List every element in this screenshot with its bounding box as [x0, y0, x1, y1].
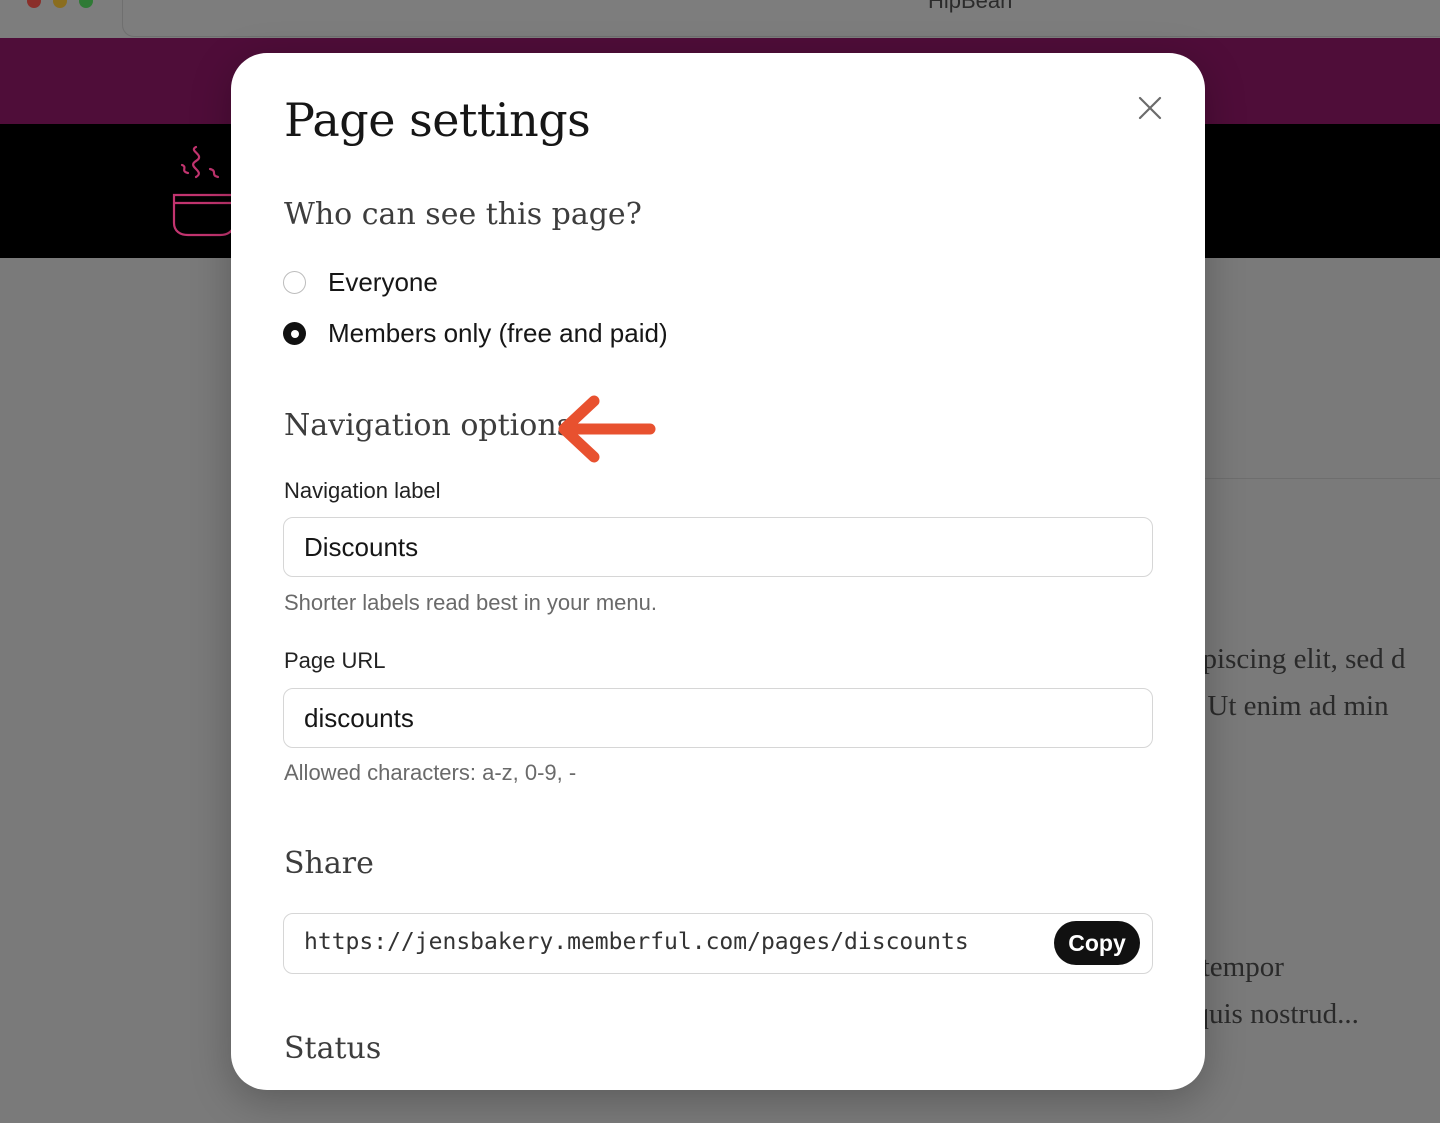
window-title: HipBean: [928, 0, 1013, 13]
visibility-heading: Who can see this page?: [284, 197, 642, 232]
content-divider: [1205, 478, 1440, 479]
navigation-label-hint: Shorter labels read best in your menu.: [284, 590, 657, 615]
share-url-text: https://jensbakery.memberful.com/pages/d…: [304, 929, 969, 955]
page-settings-modal: Page settings Who can see this page? Eve…: [231, 53, 1205, 1090]
navigation-label-label: Navigation label: [284, 478, 441, 503]
navigation-label-input[interactable]: [283, 517, 1153, 577]
coffee-cup-icon: [172, 145, 236, 237]
page-url-hint: Allowed characters: a-z, 0-9, -: [284, 760, 577, 785]
radio-button[interactable]: [283, 271, 306, 294]
close-icon[interactable]: [1135, 93, 1165, 123]
window-close-dot[interactable]: [27, 0, 41, 8]
share-heading: Share: [284, 846, 374, 881]
window-minimize-dot[interactable]: [53, 0, 67, 8]
page-url-label: Page URL: [284, 648, 386, 673]
modal-title: Page settings: [284, 93, 591, 147]
background-text-line: , quis nostrud...: [1180, 998, 1359, 1030]
arrow-left-icon: [558, 395, 656, 463]
background-text-line: dipiscing elit, sed d: [1180, 643, 1406, 675]
window-zoom-dot[interactable]: [79, 0, 93, 8]
radio-members-only[interactable]: Members only (free and paid): [283, 318, 668, 349]
radio-label: Everyone: [328, 267, 438, 297]
copy-button[interactable]: Copy: [1054, 921, 1140, 965]
navigation-options-heading: Navigation options: [284, 408, 573, 443]
share-url-field[interactable]: https://jensbakery.memberful.com/pages/d…: [283, 913, 1153, 974]
status-heading: Status: [284, 1031, 382, 1066]
radio-button-selected[interactable]: [283, 322, 306, 345]
radio-everyone[interactable]: Everyone: [283, 267, 438, 298]
radio-label: Members only (free and paid): [328, 318, 668, 348]
page-url-input[interactable]: [283, 688, 1153, 748]
background-text-line: a. Ut enim ad min: [1180, 690, 1389, 722]
browser-titlebar: HipBean: [0, 0, 1440, 38]
toolbar-edge: [122, 0, 1440, 37]
